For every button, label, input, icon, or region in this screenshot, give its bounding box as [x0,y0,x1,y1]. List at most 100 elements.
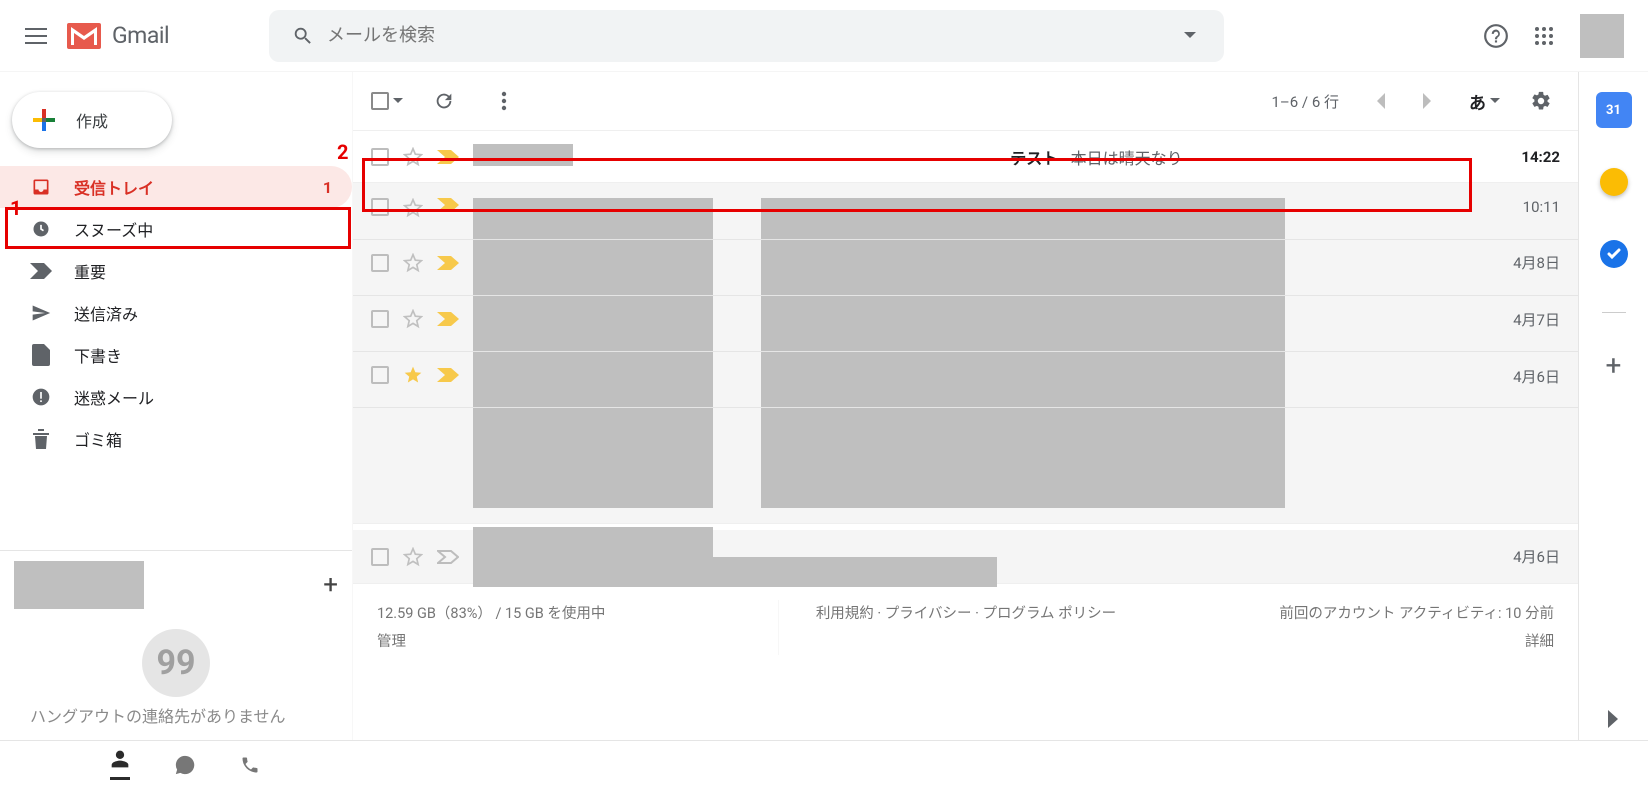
apps-grid-icon [1534,26,1554,46]
input-tools-label: あ [1469,89,1486,114]
storage-line1: 12.59 GB（83%） / 15 GB を使用中 [377,600,750,628]
important-icon [30,263,52,279]
refresh-button[interactable] [425,82,463,120]
support-button[interactable] [1476,16,1516,56]
account-avatar[interactable] [1580,14,1624,58]
main-menu-button[interactable] [12,12,60,60]
activity-info: 前回のアカウント アクティビティ: 10 分前 詳細 [1181,600,1554,655]
hangouts-new-conversation-button[interactable]: + [323,570,338,600]
search-options-button[interactable] [1166,32,1214,40]
hangouts-conversations-tab[interactable] [174,754,196,776]
storage-manage-link[interactable]: 管理 [377,628,750,656]
gmail-m-icon [64,16,104,56]
time-cell: 4月6日 [1480,546,1560,567]
sidebar-item-trash[interactable]: ゴミ箱 [0,418,352,460]
get-addons-button[interactable]: + [1606,349,1622,382]
sidebar-item-inbox[interactable]: 受信トレイ 1 [0,166,352,208]
chat-bubble-icon [174,754,196,776]
importance-outline-icon [437,550,459,564]
settings-button[interactable] [1522,82,1560,120]
caret-down-icon [1184,32,1196,40]
compose-button[interactable]: 作成 [12,92,172,148]
tasks-addon-button[interactable] [1596,236,1632,272]
star-fill-icon [403,365,423,385]
star-toggle[interactable] [403,253,423,273]
sidepanel-divider [1602,312,1626,313]
sidebar-item-sent[interactable]: 送信済み [0,292,352,334]
folder-label: 下書き [74,343,122,367]
mail-row[interactable]: 4月6日 [353,524,1578,584]
importance-icon [437,312,459,326]
hangouts-quote-icon: 99 [142,629,210,697]
importance-icon [437,256,459,270]
person-icon [110,749,130,769]
header-actions [1476,14,1636,58]
policies-links[interactable]: 利用規約 · プライバシー · プログラム ポリシー [778,600,1152,655]
star-toggle[interactable] [403,547,423,567]
mail-footer: 12.59 GB（83%） / 15 GB を使用中 管理 利用規約 · プライ… [353,584,1578,671]
select-all-checkbox[interactable] [371,92,403,110]
row-checkbox[interactable] [371,254,389,272]
gmail-logo[interactable]: Gmail [64,16,169,56]
star-outline-icon [403,547,423,567]
star-toggle[interactable] [403,309,423,329]
redacted-block [473,527,713,557]
folder-label: 重要 [74,259,106,283]
activity-line1: 前回のアカウント アクティビティ: 10 分前 [1181,600,1554,628]
google-apps-button[interactable] [1524,16,1564,56]
side-panel: 31 + [1578,72,1648,740]
row-checkbox[interactable] [371,366,389,384]
caret-down-icon [1490,98,1500,104]
annotation-two: 2 [337,140,348,164]
row-checkbox[interactable] [371,548,389,566]
time-cell: 14:22 [1480,148,1560,166]
app-header: Gmail [0,0,1648,72]
importance-toggle[interactable] [437,312,459,326]
hangouts-phone-tab[interactable] [240,755,260,775]
help-icon [1483,23,1509,49]
hide-sidepanel-button[interactable] [1608,710,1620,728]
chevron-left-icon [1375,93,1385,109]
spam-icon [30,387,52,407]
more-button[interactable] [485,82,523,120]
row-checkbox[interactable] [371,310,389,328]
search-input[interactable] [327,25,1166,46]
annotation-box-one [5,207,351,249]
tasks-icon [1600,240,1628,268]
sidebar-item-spam[interactable]: 迷惑メール [0,376,352,418]
hangouts-self-avatar[interactable] [14,561,144,609]
annotation-one: 1 [10,196,21,220]
star-outline-icon [403,309,423,329]
more-vert-icon [501,91,507,111]
older-button[interactable] [1409,82,1447,120]
folder-list: 受信トレイ 1 スヌーズ中 重要 送信済み 下書き 迷惑メール [0,160,352,460]
sidebar-item-important[interactable]: 重要 [0,250,352,292]
star-toggle[interactable] [403,365,423,385]
keep-addon-button[interactable] [1596,164,1632,200]
newer-button[interactable] [1361,82,1399,120]
annotation-box-two [362,158,1472,212]
activity-details-link[interactable]: 詳細 [1181,628,1554,656]
inbox-icon [30,177,52,197]
sidebar: 作成 受信トレイ 1 スヌーズ中 重要 送信済み 下 [0,72,352,740]
folder-label: 迷惑メール [74,385,154,409]
importance-toggle[interactable] [437,256,459,270]
input-tools-button[interactable]: あ [1469,89,1500,114]
hangouts-panel: + 99 ハングアウトの連絡先がありません [0,550,352,740]
redacted-block [761,198,1285,508]
redacted-block [473,198,713,508]
mail-row[interactable]: 10:11 4月8日 4月7日 4月6日 [353,183,1578,524]
importance-toggle[interactable] [437,368,459,382]
gear-icon [1530,90,1552,112]
sidebar-item-drafts[interactable]: 下書き [0,334,352,376]
redacted-block [473,557,997,587]
time-cell: 4月7日 [1480,309,1560,330]
time-cell: 4月8日 [1480,252,1560,273]
importance-toggle[interactable] [437,550,459,564]
compose-label: 作成 [76,108,108,132]
keep-icon [1600,168,1628,196]
search-box[interactable] [269,10,1224,62]
pager-text: 1–6 / 6 行 [1272,91,1340,112]
calendar-addon-button[interactable]: 31 [1596,92,1632,128]
hangouts-contacts-tab[interactable] [110,749,130,780]
